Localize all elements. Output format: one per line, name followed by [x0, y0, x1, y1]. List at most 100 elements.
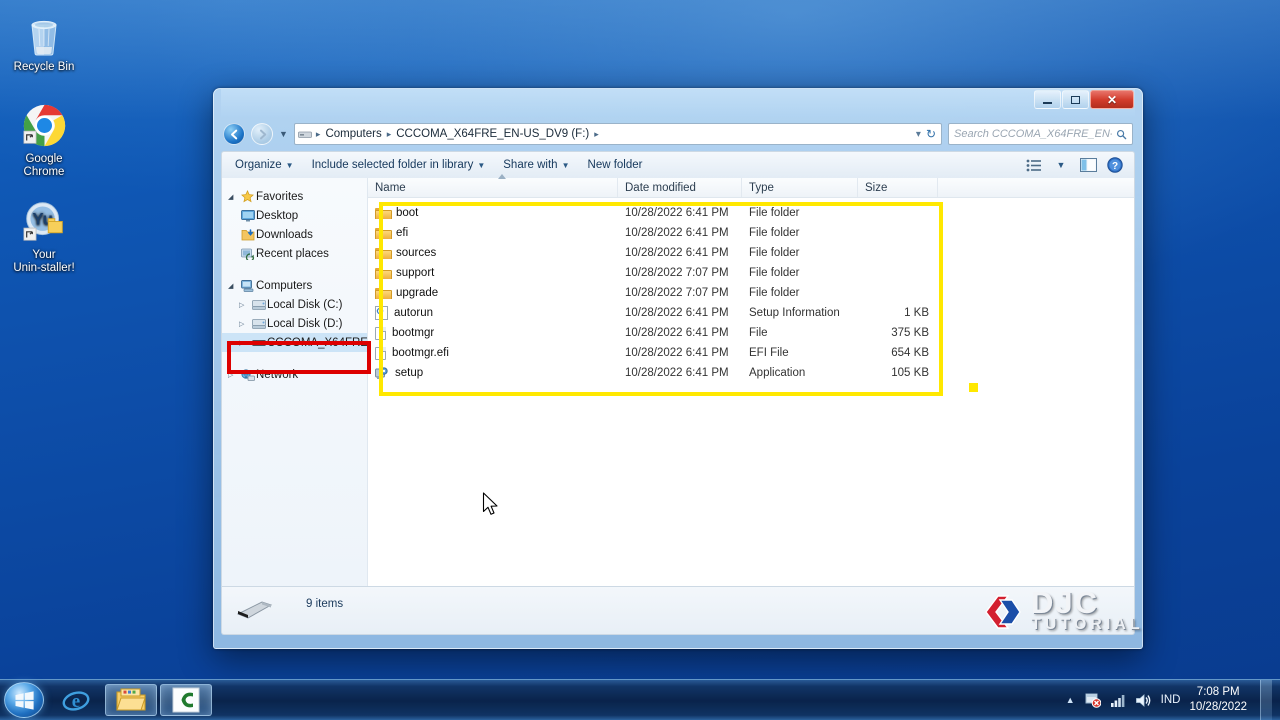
local-disk-icon	[250, 318, 267, 330]
taskbar-internet-explorer[interactable]: e	[50, 684, 102, 716]
cell-type: File folder	[749, 207, 800, 219]
cell-name: boot	[368, 207, 618, 219]
sidebar-item-cccoma-drive[interactable]: ▷ CCCOMA_X64FRE_E	[222, 333, 367, 352]
windows-explorer-icon	[116, 688, 146, 711]
desktop-icon-your-uninstaller[interactable]: Yu Your Unin-staller!	[0, 196, 88, 275]
organize-label: Organize	[235, 159, 282, 171]
preview-pane-button[interactable]	[1076, 155, 1100, 175]
view-dropdown-button[interactable]: ▼	[1049, 155, 1073, 175]
sidebar-group-computers[interactable]: ◢ Computers	[222, 276, 367, 295]
cell-date-modified: 10/28/2022 7:07 PM	[625, 287, 729, 299]
view-options-button[interactable]	[1022, 155, 1046, 175]
column-header-type[interactable]: Type	[742, 178, 858, 197]
action-center-icon[interactable]	[1084, 692, 1101, 708]
history-dropdown-button[interactable]: ▼	[279, 129, 288, 139]
cell-date-modified: 10/28/2022 6:41 PM	[625, 347, 729, 359]
desktop-icon-label: Recycle Bin	[13, 61, 75, 73]
desktop-icon-recycle-bin[interactable]: Recycle Bin	[0, 8, 88, 74]
star-icon	[239, 190, 256, 203]
local-disk-icon	[250, 299, 267, 311]
cell-size: 1 KB	[904, 307, 929, 319]
cell-date-modified: 10/28/2022 6:41 PM	[625, 227, 729, 239]
preview-pane-icon	[1079, 158, 1097, 172]
table-row[interactable]: boot 10/28/2022 6:41 PM File folder	[368, 203, 1134, 223]
back-button[interactable]	[223, 123, 245, 145]
expander-icon[interactable]: ▷	[228, 371, 239, 379]
cell-name: upgrade	[368, 287, 618, 299]
file-name-label: upgrade	[396, 287, 439, 299]
file-list-pane: Name Date modified Type Size boot 10/28/2…	[368, 174, 1134, 586]
network-status-icon[interactable]	[1110, 693, 1126, 708]
sidebar-item-downloads[interactable]: Downloads	[222, 225, 367, 244]
file-name-label: support	[396, 267, 435, 279]
cell-name: bootmgr.efi	[368, 346, 618, 360]
show-desktop-button[interactable]	[1260, 679, 1272, 720]
sidebar-item-recent-places[interactable]: Recent places	[222, 244, 367, 263]
sidebar-item-label: Recent places	[256, 247, 329, 260]
navigation-pane[interactable]: ◢ Favorites Desktop Downloads Recent pla…	[222, 178, 368, 586]
cell-name: efi	[368, 227, 618, 239]
column-header-date-modified[interactable]: Date modified	[618, 178, 742, 197]
taskbar-camtasia[interactable]	[160, 684, 212, 716]
cell-size: 105 KB	[891, 367, 929, 379]
table-row[interactable]: bootmgr.efi 10/28/2022 6:41 PM EFI File 654…	[368, 343, 1134, 363]
table-row[interactable]: bootmgr 10/28/2022 6:41 PM File 375 KB	[368, 323, 1134, 343]
start-button[interactable]	[4, 682, 44, 718]
sidebar-item-local-disk-d[interactable]: ▷ Local Disk (D:)	[222, 314, 367, 333]
show-hidden-icons-button[interactable]: ▲	[1066, 695, 1075, 705]
expander-icon[interactable]: ▷	[239, 320, 250, 328]
expander-icon[interactable]: ▷	[239, 301, 250, 309]
taskbar-windows-explorer[interactable]	[105, 684, 157, 716]
desktop-icon-google-chrome[interactable]: Google Chrome	[0, 100, 88, 179]
sidebar-item-desktop[interactable]: Desktop	[222, 206, 367, 225]
sidebar-group-favorites[interactable]: ◢ Favorites	[222, 187, 367, 206]
clock[interactable]: 7:08 PM 10/28/2022	[1189, 685, 1247, 715]
help-button[interactable]: ?	[1103, 155, 1127, 175]
volume-icon[interactable]	[1135, 693, 1152, 708]
cell-type: File	[749, 327, 768, 339]
include-in-library-button[interactable]: Include selected folder in library ▼	[303, 155, 495, 175]
refresh-button[interactable]: ↻	[926, 127, 936, 141]
share-with-button[interactable]: Share with ▼	[494, 155, 578, 175]
search-input[interactable]: Search CCCOMA_X64FRE_EN-...	[948, 123, 1133, 145]
cell-name: autorun	[368, 306, 618, 320]
breadcrumb-drive[interactable]: CCCOMA_X64FRE_EN-US_DV9 (F:)	[393, 127, 592, 141]
cell-date-modified: 10/28/2022 7:07 PM	[625, 267, 729, 279]
sidebar-group-label: Network	[256, 368, 299, 381]
column-header-size[interactable]: Size	[858, 178, 938, 197]
file-name-label: boot	[396, 207, 419, 219]
file-name-label: bootmgr.efi	[392, 347, 449, 359]
table-row[interactable]: support 10/28/2022 7:07 PM File folder	[368, 263, 1134, 283]
organize-button[interactable]: Organize ▼	[226, 155, 303, 175]
back-arrow-icon	[230, 129, 237, 139]
table-row[interactable]: efi 10/28/2022 6:41 PM File folder	[368, 223, 1134, 243]
close-icon: ✕	[1106, 92, 1118, 107]
sidebar-group-network[interactable]: ▷ Network	[222, 365, 367, 384]
close-button[interactable]: ✕	[1090, 90, 1134, 109]
table-row[interactable]: setup 10/28/2022 6:41 PM Application 105 KB	[368, 363, 1134, 383]
sidebar-item-local-disk-c[interactable]: ▷ Local Disk (C:)	[222, 295, 367, 314]
expander-icon[interactable]: ▷	[239, 339, 250, 347]
language-indicator[interactable]: IND	[1161, 694, 1181, 706]
address-bar[interactable]: ▸ Computers ▸ CCCOMA_X64FRE_EN-US_DV9 (F…	[293, 123, 942, 145]
file-name-label: bootmgr	[392, 327, 435, 339]
address-dropdown-button[interactable]: ▾	[916, 129, 921, 140]
table-row[interactable]: upgrade 10/28/2022 7:07 PM File folder	[368, 283, 1134, 303]
table-row[interactable]: autorun 10/28/2022 6:41 PM Setup Informati…	[368, 303, 1134, 323]
minimize-button[interactable]	[1034, 90, 1061, 109]
cell-date-modified: 10/28/2022 6:41 PM	[625, 207, 729, 219]
expander-icon[interactable]: ◢	[228, 282, 239, 290]
desktop-icon	[239, 209, 256, 222]
expander-icon[interactable]: ◢	[228, 193, 239, 201]
forward-button[interactable]	[251, 123, 273, 145]
window-titlebar[interactable]: ✕	[221, 89, 1135, 117]
maximize-button[interactable]	[1062, 90, 1089, 109]
new-folder-button[interactable]: New folder	[579, 155, 652, 175]
breadcrumb-computers[interactable]: Computers	[322, 127, 384, 141]
table-row[interactable]: sources 10/28/2022 6:41 PM File folder	[368, 243, 1134, 263]
column-header-name[interactable]: Name	[368, 178, 618, 197]
help-icon: ?	[1107, 157, 1123, 173]
chevron-down-icon: ▼	[477, 161, 486, 170]
cell-type: File folder	[749, 227, 800, 239]
